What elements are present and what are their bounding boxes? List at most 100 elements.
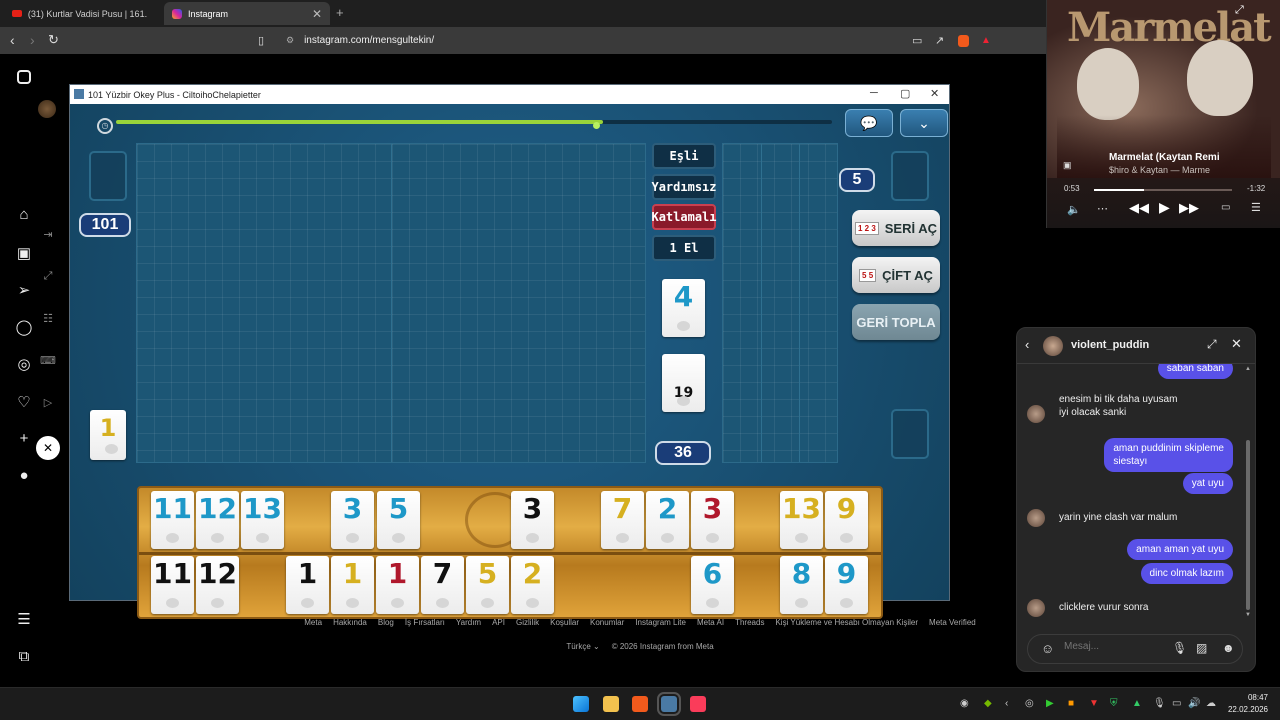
close-icon[interactable]: ✕ <box>930 87 939 100</box>
microphone-icon[interactable]: 🎙 <box>1153 698 1166 709</box>
footer-link[interactable]: Meta <box>304 618 322 627</box>
rack-tile[interactable]: 8 <box>780 556 823 614</box>
next-icon[interactable]: ▶▶ <box>1179 200 1199 216</box>
notifications-icon[interactable]: ♡ <box>14 393 34 411</box>
rack-tile[interactable]: 7 <box>601 491 644 549</box>
rack-tile[interactable]: 13 <box>780 491 823 549</box>
right-opened-sets-area[interactable] <box>722 143 838 463</box>
microphone-icon[interactable]: 🎙 <box>1172 641 1187 655</box>
message-input[interactable] <box>1064 641 1154 652</box>
music-app-icon[interactable] <box>690 696 706 712</box>
tray-chevron-icon[interactable]: ‹ <box>1005 698 1008 709</box>
left-slot-tile[interactable]: 1 <box>90 410 126 460</box>
rack-tile[interactable]: 11 <box>151 556 194 614</box>
open-series-button[interactable]: 1 2 3 SERİ AÇ <box>852 210 940 246</box>
queue-icon[interactable]: ☰ <box>1251 201 1261 214</box>
footer-link[interactable]: Threads <box>735 618 764 627</box>
search-icon[interactable]: ◯ <box>14 318 34 336</box>
open-pairs-button[interactable]: 5 5 ÇİFT AÇ <box>852 257 940 293</box>
clock-date[interactable]: 22.02.2026 <box>1218 705 1268 714</box>
footer-link[interactable]: API <box>492 618 505 627</box>
rack-tile[interactable]: 1 <box>331 556 374 614</box>
tab-youtube[interactable]: (31) Kurtlar Vadisi Pusu | 161. Bölüm <box>4 2 158 25</box>
left-opened-sets-area[interactable] <box>136 143 646 463</box>
avatar[interactable] <box>38 100 56 118</box>
rack-tile[interactable]: 3 <box>691 491 734 549</box>
tag-icon[interactable]: ▷ <box>40 396 56 409</box>
rack-tile[interactable]: 11 <box>151 491 194 549</box>
rack-tile[interactable]: 3 <box>511 491 554 549</box>
message-input-box[interactable]: ☺ 🎙 ▨ ☻ <box>1027 634 1243 664</box>
url-field[interactable]: ⚙ instagram.com/mensgultekin/ <box>278 31 998 50</box>
footer-link[interactable]: İş Fırsatları <box>405 618 445 627</box>
rack-tile[interactable]: 5 <box>377 491 420 549</box>
close-tab-icon[interactable]: ✕ <box>312 7 322 21</box>
footer-link[interactable]: Kişi Yükleme ve Hesabı Olmayan Kişiler <box>775 618 918 627</box>
more-icon[interactable]: ⋯ <box>1097 202 1108 215</box>
footer-link[interactable]: Koşullar <box>550 618 579 627</box>
discard-slot-top-left[interactable] <box>89 151 127 201</box>
brave-shield-icon[interactable] <box>958 35 969 47</box>
chat-scrollbar[interactable]: ▲ ▼ <box>1245 366 1251 618</box>
collect-back-button[interactable]: GERİ TOPLA <box>852 304 940 340</box>
okey-app-icon[interactable] <box>657 692 681 716</box>
footer-link[interactable]: Meta AI <box>697 618 724 627</box>
security-icon[interactable]: ⛨ <box>1110 698 1118 709</box>
rack-tile[interactable]: 12 <box>196 556 239 614</box>
rack-tile[interactable]: 9 <box>825 491 868 549</box>
tray-app-icon[interactable]: ▶ <box>1046 698 1054 709</box>
login-icon[interactable]: ⇥ <box>40 228 56 241</box>
chat-button[interactable]: 💬 <box>845 109 893 137</box>
pip-icon[interactable]: ▣ <box>1063 160 1072 171</box>
cloud-icon[interactable]: ☁ <box>1206 698 1216 709</box>
footer-link[interactable]: Konumlar <box>590 618 624 627</box>
messages-icon[interactable]: ➢ <box>14 281 34 299</box>
expand-chat-icon[interactable]: ⤢ <box>1207 337 1217 352</box>
home-icon[interactable]: ⌂ <box>14 206 34 223</box>
emoji-icon[interactable]: ☺ <box>1041 641 1054 656</box>
chat-username[interactable]: violent_puddin <box>1071 339 1149 351</box>
minimize-icon[interactable]: ─ <box>870 87 878 99</box>
rack-tile[interactable]: 2 <box>511 556 554 614</box>
keyboard-icon[interactable]: ⌨ <box>40 354 56 367</box>
footer-link[interactable]: Instagram Lite <box>635 618 686 627</box>
tray-app-icon[interactable]: ▼ <box>1089 698 1099 709</box>
rack-tile[interactable]: 12 <box>196 491 239 549</box>
volume-icon[interactable]: 🔈 <box>1067 203 1081 216</box>
previous-icon[interactable]: ◀◀ <box>1129 200 1149 216</box>
language-select[interactable]: Türkçe ⌄ <box>566 642 599 651</box>
menu-toggle-button[interactable]: ⌄ <box>900 109 948 137</box>
footer-link[interactable]: Blog <box>378 618 394 627</box>
nvidia-icon[interactable]: ◆ <box>984 698 992 709</box>
rack-tile[interactable]: 6 <box>691 556 734 614</box>
forward-icon[interactable]: › <box>30 32 35 48</box>
bookmark-icon[interactable]: ▯ <box>258 34 264 47</box>
seek-bar[interactable] <box>1094 189 1232 191</box>
new-tab-icon[interactable]: + <box>336 5 344 20</box>
create-icon[interactable]: + <box>14 430 34 447</box>
lyrics-icon[interactable]: ▭ <box>1221 202 1230 213</box>
rack-tile[interactable]: 2 <box>646 491 689 549</box>
brave-rewards-icon[interactable]: ▲ <box>981 35 991 46</box>
rack-tile[interactable]: 5 <box>466 556 509 614</box>
tray-app-icon[interactable]: ■ <box>1068 698 1074 709</box>
footer-link[interactable]: Yardım <box>456 618 481 627</box>
footer-link[interactable]: Hakkında <box>333 618 367 627</box>
rack-tile[interactable]: 1 <box>376 556 419 614</box>
reload-icon[interactable]: ↻ <box>48 32 59 48</box>
brave-browser-icon[interactable] <box>632 696 648 712</box>
rack-tile[interactable]: 13 <box>241 491 284 549</box>
reels-icon[interactable]: ▣ <box>14 244 34 262</box>
expand-player-icon[interactable]: ⤢ <box>1235 4 1244 17</box>
footer-link[interactable]: Gizlilik <box>516 618 539 627</box>
explore-icon[interactable]: ◎ <box>14 355 34 373</box>
maximize-icon[interactable]: ▢ <box>900 87 910 100</box>
rack-tile[interactable]: 7 <box>421 556 464 614</box>
play-icon[interactable]: ▶ <box>1159 199 1170 216</box>
sticker-icon[interactable]: ☻ <box>1222 641 1235 655</box>
mute-icon[interactable]: ✕ <box>36 436 60 460</box>
cast-icon[interactable]: ▭ <box>912 34 922 47</box>
tray-app-icon[interactable]: ◉ <box>960 698 969 709</box>
scroll-down-icon[interactable]: ▼ <box>1245 612 1251 618</box>
scrollbar-thumb[interactable] <box>1246 440 1250 610</box>
